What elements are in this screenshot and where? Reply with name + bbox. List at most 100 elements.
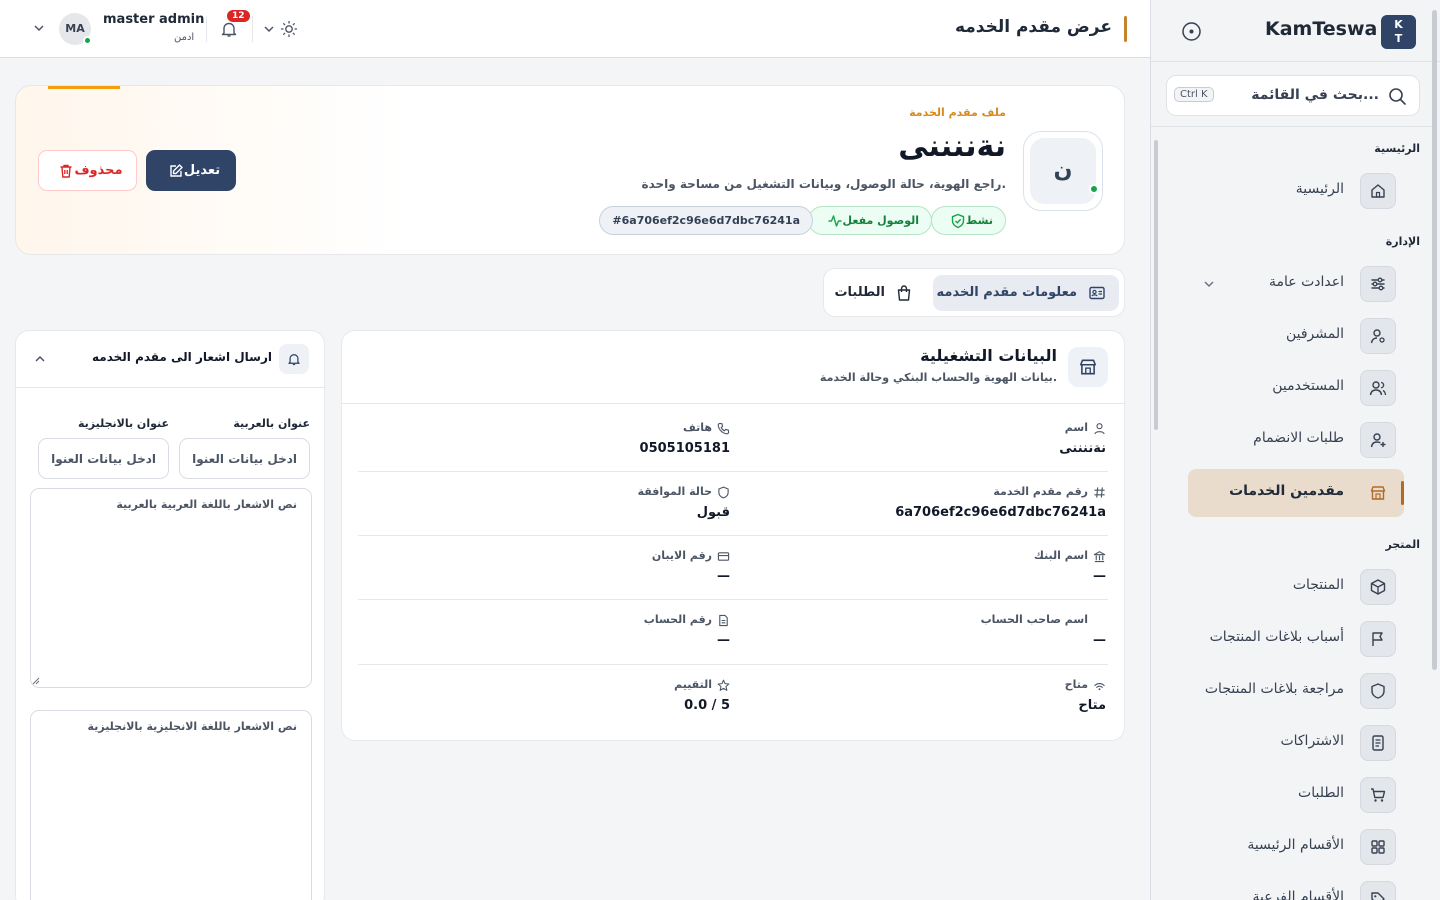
sidebar-header: K T KamTeswa — [1151, 0, 1440, 62]
page-title: عرض مقدم الخدمه — [954, 17, 1112, 37]
field-label-account-holder: اسم صاحب الحساب — [980, 613, 1088, 626]
sidebar-item-join-requests[interactable]: طلبات الانضمام — [1188, 416, 1404, 464]
sidebar-item-label: المشرفين — [1285, 326, 1344, 342]
card-title: ارسال اشعار الى مقدم الخدمه — [91, 350, 272, 364]
sidebar-item-products[interactable]: المنتجات — [1188, 563, 1404, 611]
search-icon — [1388, 87, 1407, 106]
shopping-bag-icon — [897, 285, 911, 301]
brand-name: KamTeswa — [1265, 18, 1378, 40]
title-accent — [1124, 16, 1127, 42]
provider-profile-card: ن ملف مقدم الخدمة نةننننى راجع الهوية، ح… — [15, 85, 1125, 255]
cart-icon — [1360, 777, 1396, 813]
flag-icon — [1360, 621, 1396, 657]
sidebar-item-label: الرئيسية — [1295, 181, 1344, 197]
phone-icon — [717, 422, 730, 435]
search-shortcut: Ctrl K — [1174, 87, 1214, 102]
top-bar: عرض مقدم الخدمه MA master admin ادمن 12 — [0, 0, 1150, 58]
operational-data-card: البيانات التشغيلية بيانات الهوية والحساب… — [341, 330, 1125, 741]
sidebar-item-report-reasons[interactable]: أسباب بلاغات المنتجات — [1188, 615, 1404, 663]
sidebar-collapse-icon[interactable] — [1181, 21, 1202, 42]
field-label-bank-name: اسم البنك — [1034, 549, 1106, 563]
body-en-textarea[interactable] — [30, 710, 312, 900]
sidebar-item-subscriptions[interactable]: الاشتراكات — [1188, 719, 1404, 767]
sidebar-item-sub-categories[interactable]: الأقسام الفرعية — [1188, 875, 1404, 900]
field-label-phone: هاتف — [683, 421, 730, 435]
divider — [358, 599, 1108, 600]
section-admin: الإدارة — [1385, 235, 1420, 248]
field-label-account-number: رقم الحساب — [644, 613, 730, 627]
store-icon — [1360, 475, 1396, 511]
edit-icon — [170, 163, 183, 177]
online-dot — [83, 36, 92, 45]
field-label-iban: رقم الايبان — [652, 549, 730, 562]
user-cog-icon — [1360, 318, 1396, 354]
shield-icon — [718, 486, 729, 499]
user-role: ادمن — [174, 32, 195, 43]
user-icon — [1094, 423, 1105, 435]
sidebar-item-label: الأقسام الفرعية — [1252, 889, 1345, 900]
profile-description: راجع الهوية، حالة الوصول، وبيانات التشغي… — [641, 177, 1006, 191]
credit-card-icon — [717, 552, 730, 561]
bank-icon — [1093, 551, 1106, 563]
sliders-icon — [1360, 266, 1396, 302]
section-main: الرئيسية — [1374, 142, 1420, 155]
field-value-approval: قبول — [696, 505, 730, 520]
divider — [358, 471, 1108, 472]
online-dot — [1089, 184, 1099, 194]
field-label-rating: التقييم — [674, 678, 730, 691]
chevron-up-icon[interactable] — [33, 352, 47, 366]
sidebar-item-report-review[interactable]: مراجعة بلاغات المنتجات — [1188, 667, 1404, 715]
sun-icon[interactable] — [280, 20, 298, 38]
tab-provider-info[interactable]: معلومات مقدم الخدمه — [933, 275, 1119, 311]
user-name: master admin — [103, 12, 205, 27]
title-ar-input[interactable] — [179, 438, 310, 479]
body-ar-textarea[interactable] — [30, 488, 312, 688]
field-label-name: اسم — [1065, 421, 1106, 435]
sidebar-item-settings[interactable]: اعدادت عامة — [1188, 260, 1404, 308]
sidebar-item-label: الاشتراكات — [1280, 733, 1344, 749]
sidebar-item-label: مقدمين الخدمات — [1229, 483, 1344, 499]
id-card-icon — [1089, 286, 1105, 300]
store-icon — [1068, 347, 1108, 387]
sidebar-search[interactable]: بحث في القائمة... Ctrl K — [1166, 75, 1420, 116]
avatar[interactable]: MA — [59, 13, 92, 45]
sidebar-item-service-providers[interactable]: مقدمين الخدمات — [1188, 469, 1404, 517]
delete-button[interactable]: محذوف — [38, 150, 137, 191]
divider — [342, 403, 1124, 404]
notification-count-badge: 12 — [227, 10, 250, 22]
bell-icon[interactable] — [220, 20, 238, 38]
provider-tabs: معلومات مقدم الخدمه الطلبات — [823, 268, 1125, 317]
edit-button[interactable]: تعديل — [146, 150, 236, 191]
page-scrollbar[interactable] — [1432, 10, 1437, 670]
send-notification-card: ارسال اشعار الى مقدم الخدمه عنوان بالعرب… — [15, 330, 325, 900]
field-value-account-holder: — — [1093, 633, 1106, 648]
divider — [206, 16, 207, 42]
sidebar-item-supervisors[interactable]: المشرفين — [1188, 312, 1404, 360]
card-subtitle: بيانات الهوية والحساب البنكي وحالة الخدم… — [819, 371, 1057, 384]
sidebar-item-label: أسباب بلاغات المنتجات — [1209, 629, 1344, 645]
sidebar-item-orders[interactable]: الطلبات — [1188, 771, 1404, 819]
field-label-provider-number: رقم مقدم الخدمة — [993, 485, 1106, 498]
user-plus-icon — [1360, 422, 1396, 458]
brand-logo: K T — [1381, 15, 1416, 49]
grid-icon — [1360, 829, 1396, 865]
user-menu-chevron-icon[interactable] — [33, 21, 45, 35]
field-value-account-number: — — [717, 633, 730, 648]
sidebar-item-users[interactable]: المستخدمين — [1188, 364, 1404, 412]
sidebar-item-main-categories[interactable]: الأقسام الرئيسية — [1188, 823, 1404, 871]
resize-handle-icon[interactable] — [32, 677, 40, 685]
sidebar-item-home[interactable]: الرئيسية — [1188, 167, 1404, 215]
field-value-rating: 0.0 / 5 — [684, 698, 730, 713]
sidebar-item-label: المنتجات — [1292, 577, 1344, 593]
divider — [358, 535, 1108, 536]
shield-icon — [1360, 673, 1396, 709]
sidebar-scrollbar[interactable] — [1154, 140, 1158, 430]
theme-chevron-icon[interactable] — [263, 22, 275, 36]
tab-orders[interactable]: الطلبات — [829, 275, 933, 311]
sidebar-item-label: الطلبات — [1298, 785, 1344, 801]
sidebar-divider — [1151, 126, 1436, 127]
field-value-iban: — — [717, 569, 730, 584]
title-en-input[interactable] — [38, 438, 169, 479]
provider-id-badge: #6a706ef2c96e6d7dbc76241a — [599, 206, 813, 235]
sidebar-item-label: اعدادت عامة — [1269, 274, 1344, 290]
